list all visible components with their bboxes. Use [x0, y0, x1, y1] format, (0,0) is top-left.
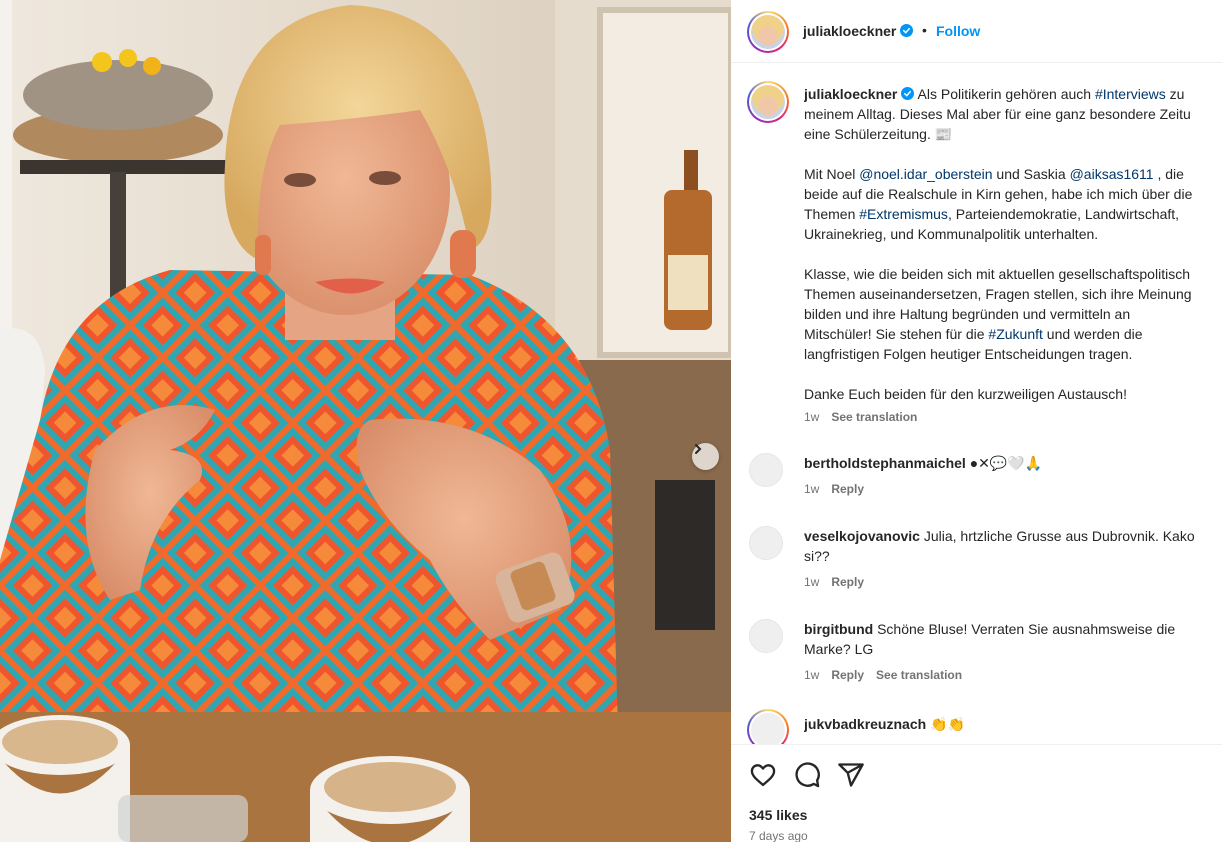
verified-badge-icon	[900, 24, 914, 37]
caption-text: und werden die	[1042, 326, 1143, 342]
commenter-avatar[interactable]	[747, 709, 789, 744]
comment-text: Julia, hrtzliche Grusse aus Dubrovnik. K…	[919, 528, 1195, 544]
share-icon[interactable]	[837, 761, 865, 789]
caption-avatar[interactable]	[747, 81, 789, 123]
caption-line: Themen auseinandersetzen, Fragen stellen…	[804, 286, 1192, 302]
comment-time[interactable]: 1w	[804, 668, 819, 682]
caption-line: eine Schülerzeitung. 📰	[804, 126, 953, 142]
commenter-username[interactable]: veselkojovanovic	[804, 528, 920, 544]
see-translation-button[interactable]: See translation	[876, 668, 962, 682]
reply-button[interactable]: Reply	[831, 575, 864, 589]
author-avatar[interactable]	[747, 11, 789, 53]
commenter-avatar[interactable]	[749, 453, 783, 487]
commenter-username[interactable]: bertholdstephanmaichel	[804, 455, 966, 471]
caption-line: Ukrainekrieg, und Kommunalpolitik unterh…	[804, 226, 1099, 242]
caption-line: langfristigen Folgen heutiger Entscheidu…	[804, 346, 1133, 362]
likes-count[interactable]: 345 likes	[749, 807, 807, 823]
caption-text: Mitschüler! Sie stehen für die	[804, 326, 989, 342]
comment-icon[interactable]	[793, 761, 821, 789]
caption-line: Danke Euch beiden für den kurzweiligen A…	[804, 386, 1127, 402]
reply-button[interactable]: Reply	[831, 668, 864, 682]
comment-meta: 1w Reply	[804, 575, 876, 589]
commenter-avatar[interactable]	[749, 619, 783, 653]
comment-text: Marke? LG	[804, 641, 874, 657]
photo-illustration	[0, 0, 731, 842]
heart-icon[interactable]	[749, 761, 777, 789]
comment-text: Schöne Bluse! Verraten Sie ausnahmsweise…	[873, 621, 1176, 637]
caption-line: bilden und ihre Haltung begründen und ve…	[804, 306, 1131, 322]
hashtag-link[interactable]: #Interviews	[1095, 86, 1166, 102]
caption-text: , die	[1153, 166, 1184, 182]
caption-text: Mit Noel	[804, 166, 860, 182]
caption-time[interactable]: 1w	[804, 410, 819, 424]
caption-text: zu	[1165, 86, 1185, 102]
comment-text: ●✕💬🤍🙏	[965, 455, 1043, 471]
caption-line: meinem Alltag. Dieses Mal aber für eine …	[804, 106, 1191, 122]
caption-text: , Parteiendemokratie, Landwirtschaft,	[947, 206, 1180, 222]
comments-section[interactable]: juliakloeckner Als Politikerin gehören a…	[731, 64, 1222, 744]
hashtag-link[interactable]: #Extremismus	[859, 206, 948, 222]
commenter-username[interactable]: jukvbadkreuznach	[804, 716, 926, 732]
post-panel: juliakloeckner • Follow juliakloeckner A…	[731, 0, 1222, 842]
separator-dot: •	[922, 22, 927, 38]
caption-text: Themen	[804, 206, 860, 222]
next-photo-button[interactable]	[692, 443, 719, 470]
reply-button[interactable]: Reply	[831, 482, 864, 496]
mention-link[interactable]: @noel.idar_oberstein	[859, 166, 992, 182]
comment-text: si??	[804, 548, 830, 564]
caption-username[interactable]: juliakloeckner	[804, 86, 897, 102]
mention-link[interactable]: @aiksas1611	[1070, 166, 1154, 182]
post-timestamp[interactable]: 7 days ago	[749, 829, 808, 842]
comment-time[interactable]: 1w	[804, 575, 819, 589]
caption-line: beide auf die Realschule in Kirn gehen, …	[804, 186, 1193, 202]
commenter-avatar[interactable]	[749, 526, 783, 560]
see-translation-button[interactable]: See translation	[831, 410, 917, 424]
caption-line: Klasse, wie die beiden sich mit aktuelle…	[804, 266, 1190, 282]
post-photo	[0, 0, 731, 842]
verified-badge-icon	[901, 87, 915, 100]
author-username[interactable]: juliakloeckner	[803, 23, 896, 39]
caption-meta: 1w See translation	[804, 408, 1222, 426]
caption: juliakloeckner Als Politikerin gehören a…	[804, 84, 1222, 426]
follow-button[interactable]: Follow	[936, 23, 980, 39]
commenter-username[interactable]: birgitbund	[804, 621, 873, 637]
comment-time[interactable]: 1w	[804, 482, 819, 496]
caption-text: und Saskia	[992, 166, 1070, 182]
chevron-right-icon	[695, 444, 702, 454]
caption-text: Als Politikerin gehören auch	[917, 86, 1095, 102]
comment-text: 👏👏	[926, 716, 965, 732]
post-actions: 345 likes 7 days ago	[731, 744, 1222, 842]
comment-meta: 1w Reply	[804, 482, 876, 496]
hashtag-link[interactable]: #Zukunft	[988, 326, 1042, 342]
post-header: juliakloeckner • Follow	[731, 0, 1222, 63]
comment-meta: 1w Reply See translation	[804, 668, 974, 682]
